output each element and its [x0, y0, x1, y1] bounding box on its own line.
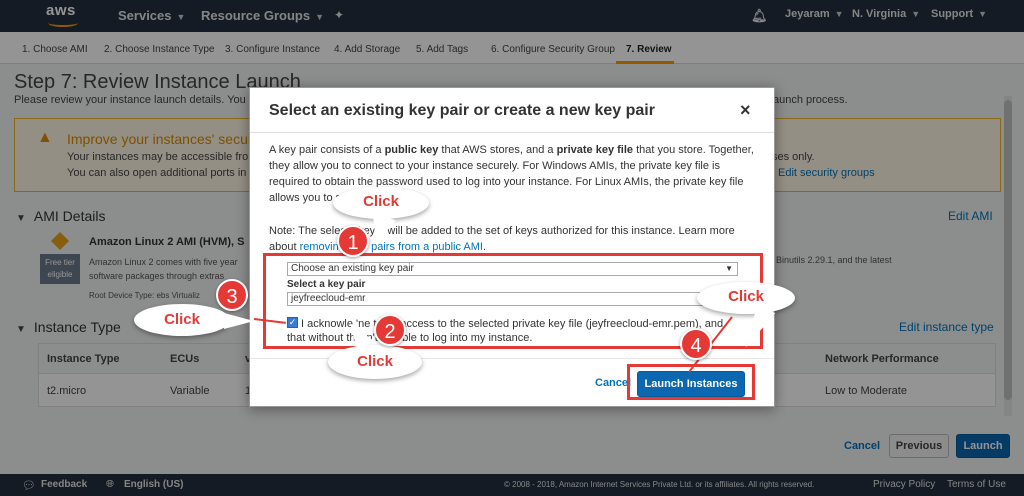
dialog-cancel-link[interactable]: Cancel: [595, 377, 631, 389]
note-end: .: [482, 241, 487, 253]
desc-private-key-file: private key file: [556, 144, 634, 156]
callout-click-1: Click: [333, 187, 429, 219]
callout-click-4: Click: [697, 282, 795, 314]
dialog-title: Select an existing key pair or create a …: [269, 102, 655, 119]
desc-public-key: public key: [384, 144, 439, 156]
close-icon[interactable]: ×: [740, 100, 751, 121]
desc-part-1: A key pair consists of a: [269, 144, 385, 156]
step-number-1-badge: 1: [337, 225, 369, 257]
dialog-divider: [250, 132, 774, 133]
step-number-4-badge: 4: [680, 328, 712, 360]
desc-part-2: that AWS stores, and a: [438, 144, 557, 156]
step-number-3-badge: 3: [216, 279, 248, 311]
callout-click-2: Click: [328, 345, 422, 379]
callout-click-3: Click: [134, 304, 230, 336]
callout-3-pointer: [224, 313, 254, 329]
remove-key-pairs-link[interactable]: removin ir key pairs from a public AMI: [300, 241, 483, 253]
step-number-2-badge: 2: [374, 314, 406, 346]
